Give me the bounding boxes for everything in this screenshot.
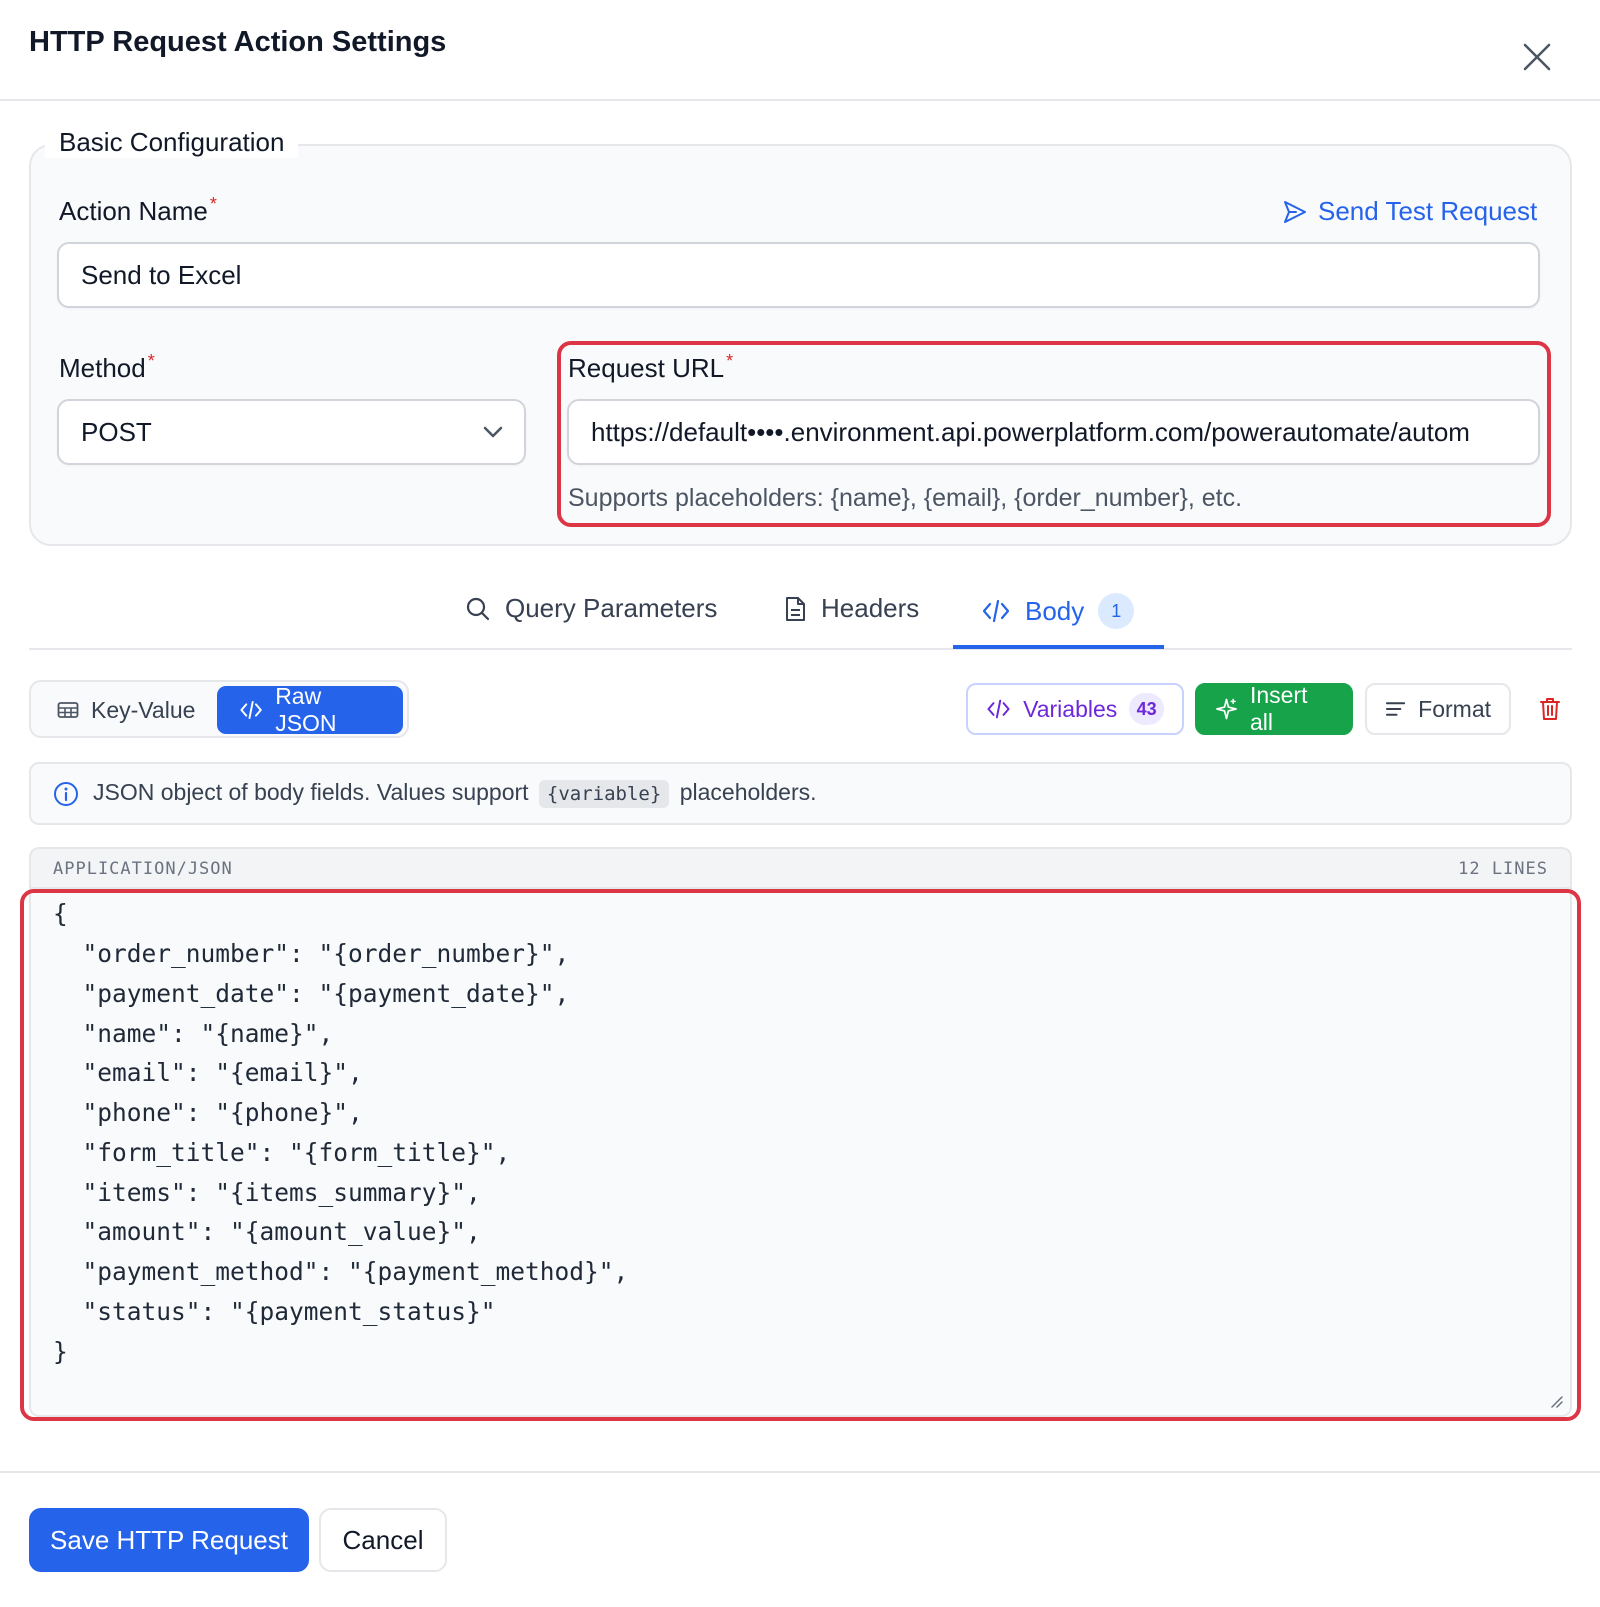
code-icon bbox=[240, 700, 262, 720]
code-icon bbox=[982, 599, 1010, 623]
code-line: "order_number": "{order_number}", bbox=[53, 939, 570, 968]
tabs-divider bbox=[29, 648, 1572, 650]
code-line: "items": "{items_summary}", bbox=[53, 1178, 481, 1207]
dialog-title: HTTP Request Action Settings bbox=[29, 26, 447, 58]
info-text: JSON object of body fields. Values suppo… bbox=[93, 779, 817, 808]
required-marker: * bbox=[209, 194, 217, 214]
search-icon bbox=[466, 597, 490, 620]
sparkles-icon bbox=[1216, 698, 1237, 720]
info-text-after: placeholders. bbox=[679, 779, 817, 805]
code-line: { bbox=[53, 899, 68, 928]
code-line: "status": "{payment_status}" bbox=[53, 1297, 496, 1326]
action-name-label: Action Name * bbox=[59, 194, 217, 226]
save-http-request-button[interactable]: Save HTTP Request bbox=[29, 1508, 309, 1572]
code-line: "payment_method": "{payment_method}", bbox=[53, 1257, 629, 1286]
cancel-button[interactable]: Cancel bbox=[319, 1508, 447, 1572]
format-label: Format bbox=[1418, 695, 1491, 722]
body-mode-toggle: Key-Value Raw JSON bbox=[29, 680, 409, 738]
code-line: "amount": "{amount_value}", bbox=[53, 1217, 481, 1246]
tab-query-parameters[interactable]: Query Parameters bbox=[465, 593, 717, 624]
request-url-hint: Supports placeholders: {name}, {email}, … bbox=[568, 484, 1243, 512]
insert-all-button[interactable]: Insert all bbox=[1195, 682, 1353, 735]
tab-label: Body bbox=[1025, 595, 1085, 626]
content-type-label: APPLICATION/JSON bbox=[53, 859, 233, 879]
code-line: "form_title": "{form_title}", bbox=[53, 1138, 511, 1167]
chevron-down-icon bbox=[483, 426, 503, 438]
send-test-request-label: Send Test Request bbox=[1318, 196, 1538, 226]
editor-header: APPLICATION/JSON 12 LINES bbox=[29, 847, 1572, 887]
trash-icon bbox=[1540, 698, 1560, 720]
variable-code-chip: {variable} bbox=[538, 780, 670, 808]
send-icon bbox=[1284, 200, 1306, 223]
align-left-icon bbox=[1385, 702, 1406, 716]
format-button[interactable]: Format bbox=[1365, 683, 1511, 735]
key-value-toggle[interactable]: Key-Value bbox=[57, 686, 217, 734]
variables-count-badge: 43 bbox=[1129, 693, 1164, 725]
active-tab-indicator bbox=[953, 645, 1164, 649]
info-icon bbox=[54, 781, 78, 806]
code-line: "email": "{email}", bbox=[53, 1058, 363, 1087]
close-icon bbox=[1523, 43, 1551, 71]
method-value: POST bbox=[81, 416, 152, 447]
info-text-before: JSON object of body fields. Values suppo… bbox=[93, 779, 529, 805]
send-test-request-button[interactable]: Send Test Request bbox=[1282, 196, 1537, 227]
dialog-header: HTTP Request Action Settings bbox=[0, 0, 1600, 101]
resize-handle-icon[interactable] bbox=[1548, 1393, 1564, 1409]
close-button[interactable] bbox=[1518, 38, 1556, 76]
method-select[interactable]: POST bbox=[57, 399, 526, 465]
code-line: "name": "{name}", bbox=[53, 1019, 334, 1048]
basic-configuration-legend: Basic Configuration bbox=[45, 127, 299, 158]
tab-headers[interactable]: Headers bbox=[783, 593, 919, 624]
code-line: } bbox=[53, 1337, 68, 1366]
table-icon bbox=[57, 702, 79, 718]
raw-json-toggle[interactable]: Raw JSON bbox=[217, 683, 403, 736]
code-line: "phone": "{phone}", bbox=[53, 1098, 363, 1127]
tab-label: Query Parameters bbox=[505, 593, 718, 623]
insert-all-label: Insert all bbox=[1249, 682, 1308, 735]
document-icon bbox=[786, 596, 805, 621]
required-marker: * bbox=[147, 351, 155, 371]
request-url-value: https://default••••.environment.api.powe… bbox=[591, 416, 1470, 447]
action-name-value: Send to Excel bbox=[81, 259, 242, 290]
required-marker: * bbox=[726, 351, 734, 371]
action-name-input[interactable]: Send to Excel bbox=[57, 242, 1540, 308]
code-icon bbox=[987, 699, 1010, 719]
variables-button[interactable]: Variables 43 bbox=[966, 683, 1184, 735]
code-line: "payment_date": "{payment_date}", bbox=[53, 979, 570, 1008]
tab-label: Headers bbox=[821, 593, 920, 623]
raw-json-label: Raw JSON bbox=[275, 683, 337, 736]
request-url-input[interactable]: https://default••••.environment.api.powe… bbox=[567, 399, 1540, 465]
body-info-banner: JSON object of body fields. Values suppo… bbox=[29, 762, 1572, 825]
key-value-label: Key-Value bbox=[91, 696, 196, 723]
clear-body-button[interactable] bbox=[1530, 683, 1570, 735]
tab-body[interactable]: Body 1 bbox=[981, 593, 1135, 629]
line-count-label: 12 LINES bbox=[1458, 859, 1548, 879]
footer-divider bbox=[0, 1471, 1600, 1473]
variables-label: Variables bbox=[1023, 695, 1118, 722]
body-count-badge: 1 bbox=[1098, 593, 1135, 629]
request-url-label: Request URL * bbox=[568, 351, 734, 383]
json-body-editor[interactable]: { "order_number": "{order_number}", "pay… bbox=[29, 887, 1572, 1417]
method-label: Method * bbox=[59, 351, 155, 383]
